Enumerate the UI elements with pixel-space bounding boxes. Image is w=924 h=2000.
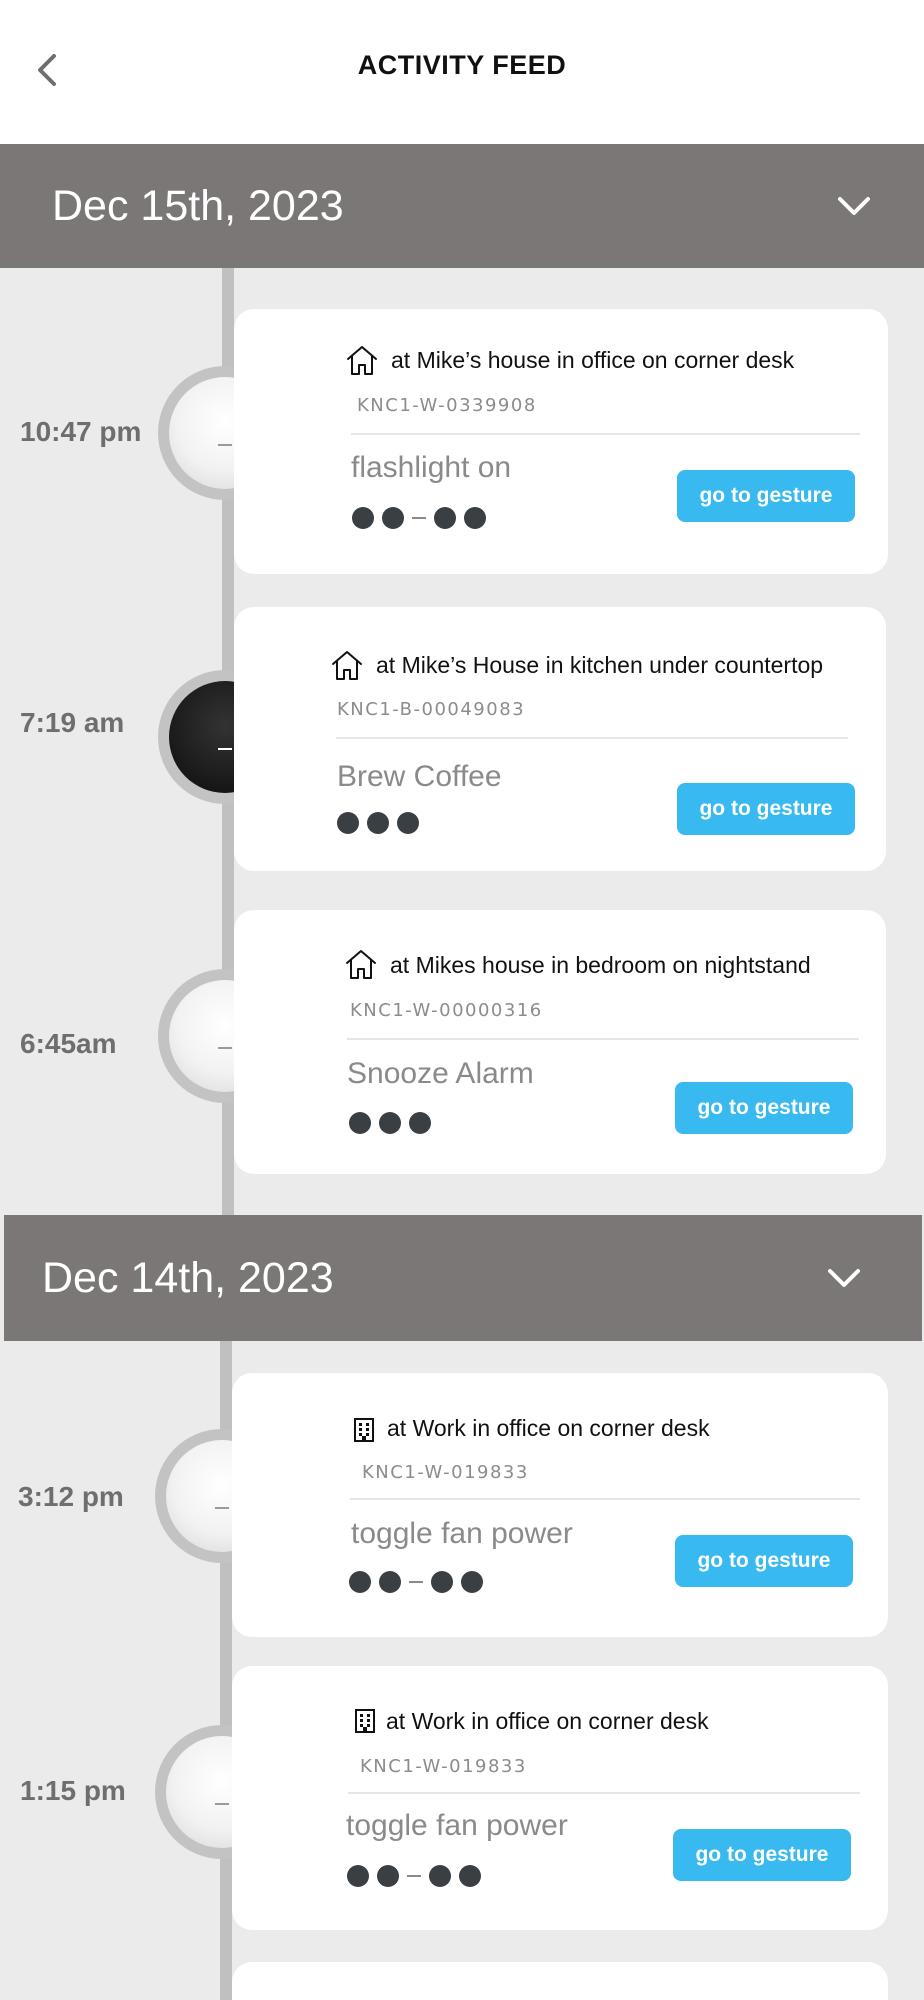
activity-time: 3:12 pm (18, 1481, 124, 1512)
gesture-action: Brew Coffee (337, 760, 502, 793)
gesture-pattern (352, 507, 486, 529)
date-group-header[interactable]: Dec 14th, 2023 (4, 1215, 922, 1341)
device-id: KNC1-W-019833 (360, 1756, 527, 1777)
activity-time: 6:45am (20, 1028, 117, 1059)
location-text: at Work in office on corner desk (386, 1708, 709, 1734)
divider (350, 1498, 860, 1500)
building-icon (354, 1418, 374, 1442)
location-text: at Work in office on corner desk (387, 1415, 710, 1441)
activity-time: 10:47 pm (20, 416, 142, 447)
device-id: KNC1-W-00000316 (350, 1000, 543, 1021)
divider (347, 1038, 859, 1040)
location-text: at Mike’s house in office on corner desk (391, 347, 795, 373)
activity-time: 7:19 am (20, 707, 125, 738)
gesture-action: toggle fan power (346, 1809, 568, 1842)
chevron-down-icon[interactable] (836, 188, 872, 224)
location-text: at Mike’s House in kitchen under counter… (376, 652, 824, 678)
activity-card[interactable]: at Mikes house in bedroom on nightstand … (234, 910, 886, 1174)
gesture-action: flashlight on (351, 451, 512, 484)
go-to-gesture-button[interactable]: go to gesture (675, 1535, 853, 1587)
activity-card[interactable]: at Work in office on corner desk KNC1-W-… (232, 1666, 888, 1930)
activity-card[interactable]: at Work in office on corner desk KNC1-W-… (232, 1373, 888, 1637)
divider (348, 1792, 860, 1794)
page-title: ACTIVITY FEED (357, 50, 567, 80)
go-to-gesture-button[interactable]: go to gesture (673, 1829, 851, 1881)
chevron-down-icon[interactable] (826, 1260, 862, 1296)
gesture-action: toggle fan power (351, 1517, 573, 1550)
gesture-pattern (349, 1571, 483, 1593)
date-group-header[interactable]: Dec 15th, 2023 (0, 144, 924, 268)
go-to-gesture-button[interactable]: go to gesture (677, 783, 855, 835)
activity-card[interactable]: at Mike’s House in kitchen under counter… (234, 607, 886, 871)
building-icon (355, 1709, 375, 1733)
gesture-pattern (347, 1865, 481, 1887)
device-id: KNC1-W-019833 (362, 1462, 529, 1483)
date-label: Dec 14th, 2023 (42, 1254, 334, 1302)
gesture-pattern (337, 812, 419, 834)
date-label: Dec 15th, 2023 (52, 182, 344, 230)
home-icon (332, 651, 362, 680)
gesture-action: Snooze Alarm (347, 1057, 534, 1090)
go-to-gesture-button[interactable]: go to gesture (677, 470, 855, 522)
activity-card[interactable] (232, 1962, 888, 2000)
home-icon (347, 346, 377, 375)
home-icon (346, 950, 376, 979)
device-id: KNC1-W-0339908 (357, 395, 537, 416)
divider (336, 737, 848, 739)
activity-card[interactable]: at Mike’s house in office on corner desk… (234, 309, 888, 574)
divider (351, 433, 860, 435)
location-text: at Mikes house in bedroom on nightstand (390, 952, 811, 978)
activity-time: 1:15 pm (20, 1775, 126, 1806)
device-id: KNC1-B-00049083 (337, 699, 526, 720)
gesture-pattern (349, 1112, 431, 1134)
app-header: ACTIVITY FEED (0, 0, 924, 144)
go-to-gesture-button[interactable]: go to gesture (675, 1082, 853, 1134)
